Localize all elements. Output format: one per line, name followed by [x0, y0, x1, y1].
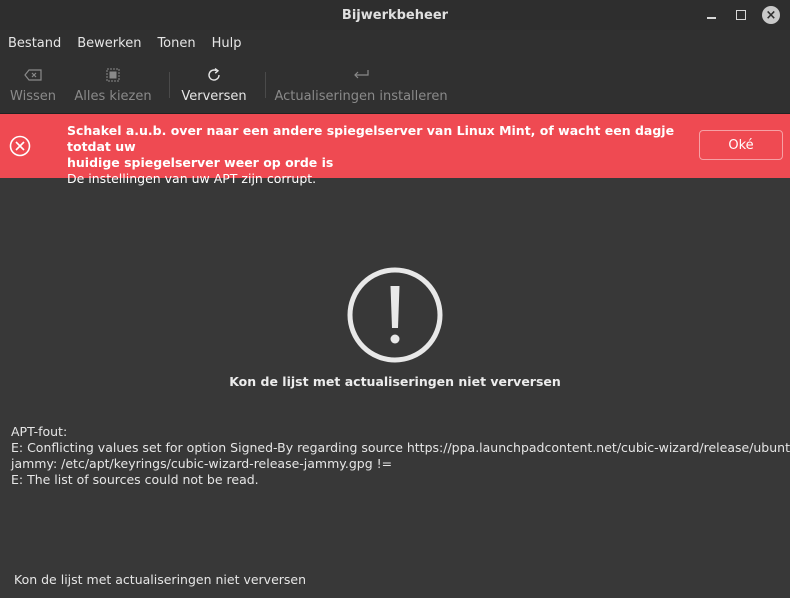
apt-error-text: APT-fout: E: Conflicting values set for …: [11, 424, 790, 488]
error-line: E: The list of sources could not be read…: [11, 472, 259, 487]
refresh-icon: [206, 64, 222, 86]
toolbar-separator: [265, 72, 266, 98]
warning-icon: [347, 267, 443, 363]
install-updates-button[interactable]: Actualiseringen installeren: [274, 56, 448, 113]
clear-label: Wissen: [10, 89, 56, 104]
minimize-button[interactable]: [700, 0, 722, 30]
select-all-label: Alles kiezen: [74, 89, 152, 104]
clear-button[interactable]: Wissen: [10, 56, 56, 113]
error-infobar: Schakel a.u.b. over naar een andere spie…: [0, 114, 790, 186]
title-bar: Bijwerkbeheer: [0, 0, 790, 30]
error-line: APT-fout:: [11, 424, 68, 439]
menu-bar: Bestand Bewerken Tonen Hulp: [0, 30, 790, 56]
enter-arrow-icon: [352, 64, 370, 86]
select-all-icon: [106, 64, 120, 86]
toolbar-separator: [169, 72, 170, 98]
infobar-title-line2: huidige spiegelserver weer op orde is: [67, 155, 334, 170]
error-circle-icon: [9, 135, 31, 157]
menu-hulp[interactable]: Hulp: [204, 36, 250, 51]
minimize-icon: [706, 17, 716, 19]
install-updates-label: Actualiseringen installeren: [274, 89, 448, 104]
close-button[interactable]: ×: [760, 0, 782, 30]
error-line: jammy: /etc/apt/keyrings/cubic-wizard-re…: [11, 456, 393, 471]
menu-bewerken[interactable]: Bewerken: [69, 36, 149, 51]
select-all-button[interactable]: Alles kiezen: [74, 56, 152, 113]
error-line: E: Conflicting values set for option Sig…: [11, 440, 790, 455]
infobar-text: Schakel a.u.b. over naar een andere spie…: [67, 123, 677, 187]
maximize-icon: [736, 10, 746, 20]
status-bar-text: Kon de lijst met actualiseringen niet ve…: [14, 572, 307, 587]
error-heading: Kon de lijst met actualiseringen niet ve…: [229, 374, 561, 389]
window-title: Bijwerkbeheer: [341, 7, 449, 23]
toolbar: Wissen Alles kiezen Verversen Actualiser…: [0, 56, 790, 114]
infobar-message: De instellingen van uw APT zijn corrupt.: [67, 171, 317, 186]
maximize-button[interactable]: [730, 0, 752, 30]
backspace-icon: [24, 64, 42, 86]
ok-button[interactable]: Oké: [699, 130, 783, 160]
refresh-button[interactable]: Verversen: [181, 56, 247, 113]
refresh-label: Verversen: [181, 89, 247, 104]
menu-tonen[interactable]: Tonen: [149, 36, 203, 51]
menu-bestand[interactable]: Bestand: [0, 36, 69, 51]
infobar-title-line1: Schakel a.u.b. over naar een andere spie…: [67, 123, 675, 154]
close-icon: ×: [762, 6, 780, 24]
